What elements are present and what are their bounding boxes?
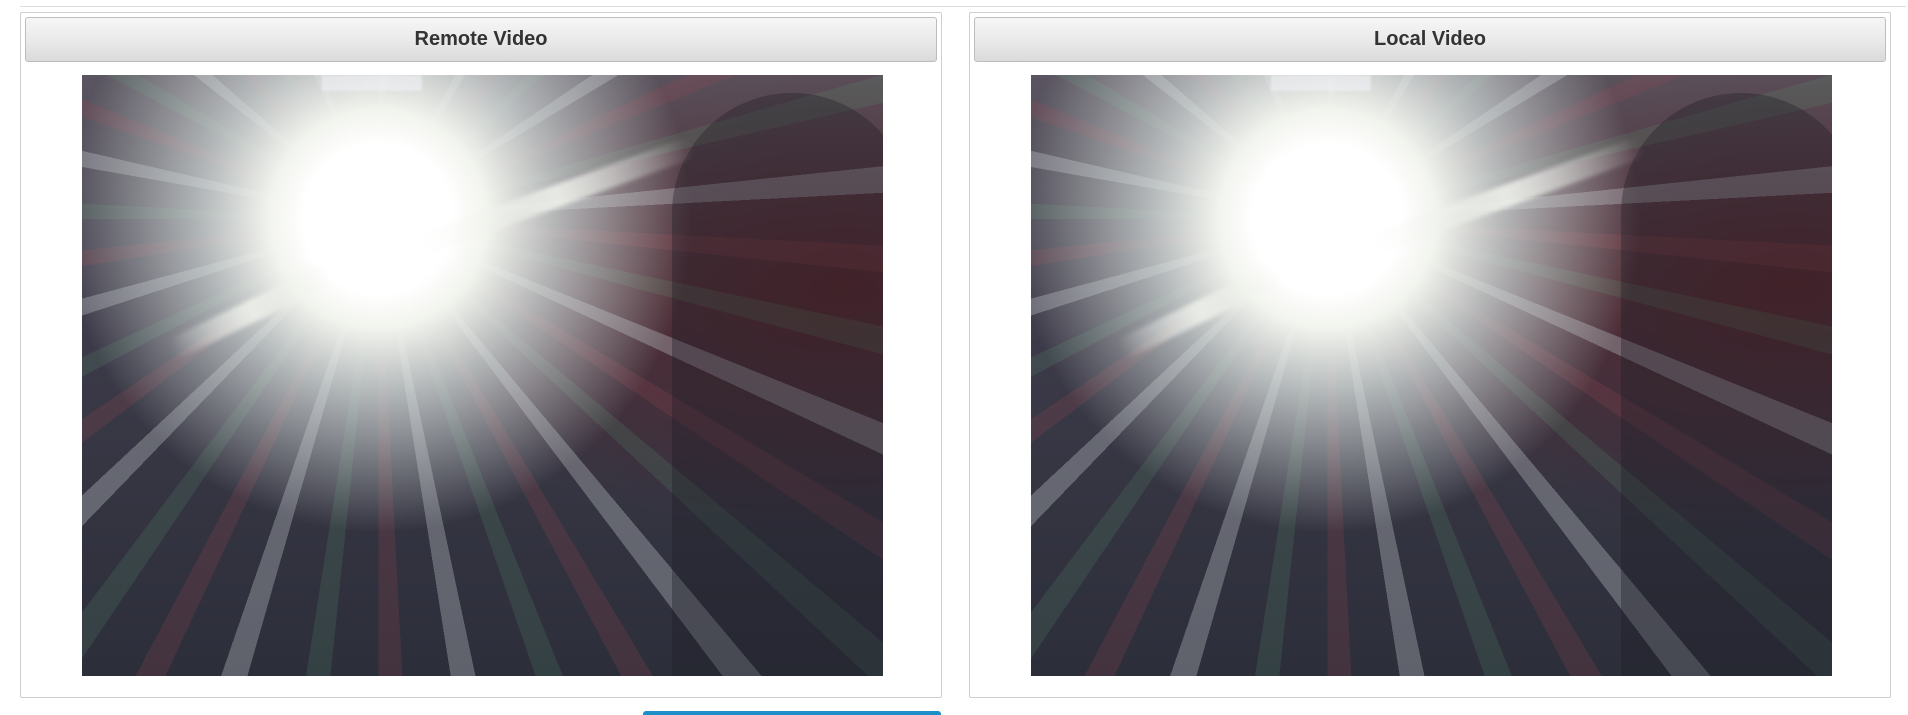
flare-streak: [166, 261, 338, 361]
background-shadow: [672, 93, 883, 676]
flare-streak: [416, 136, 698, 256]
background-shadow: [1621, 93, 1832, 676]
remote-video-header: Remote Video: [25, 17, 937, 62]
bottom-tab-button[interactable]: [643, 711, 941, 715]
flare-streak: [1115, 261, 1287, 361]
local-video-header: Local Video: [974, 17, 1886, 62]
local-video-stream[interactable]: [1031, 75, 1832, 676]
local-video-panel: Local Video: [969, 12, 1891, 698]
remote-video-panel: Remote Video: [20, 12, 942, 698]
remote-video-stream[interactable]: [82, 75, 883, 676]
window-light: [322, 75, 422, 91]
top-divider: [20, 6, 1906, 7]
local-video-title: Local Video: [1374, 28, 1486, 50]
remote-video-title: Remote Video: [414, 28, 548, 50]
flare-streak: [1365, 136, 1647, 256]
window-light: [1271, 75, 1371, 91]
video-chat-page: Remote Video Local Video: [0, 0, 1908, 715]
